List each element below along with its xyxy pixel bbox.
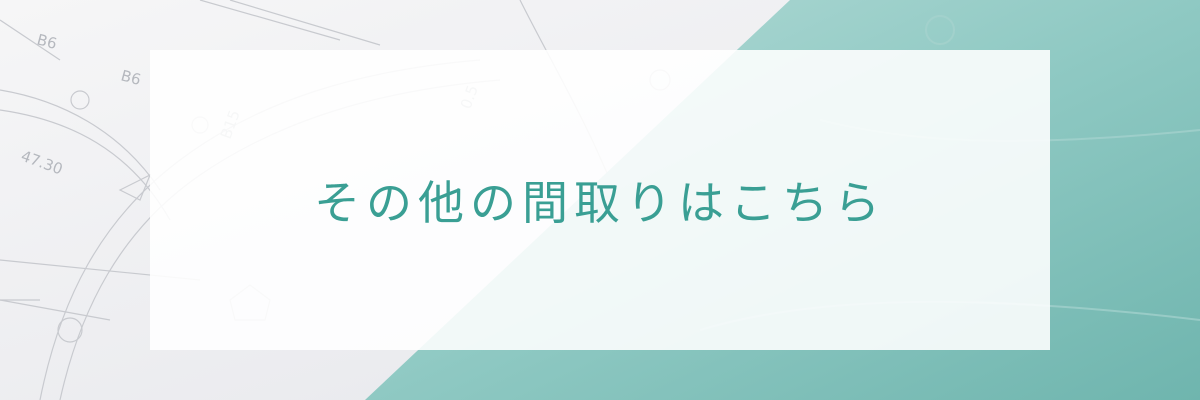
title-panel: その他の間取りはこちら (150, 50, 1050, 350)
banner-title: その他の間取りはこちら (314, 176, 886, 230)
other-floorplans-banner[interactable]: B6 B6 B15 47.30 0.5 その他の間取りはこちら (0, 0, 1200, 400)
